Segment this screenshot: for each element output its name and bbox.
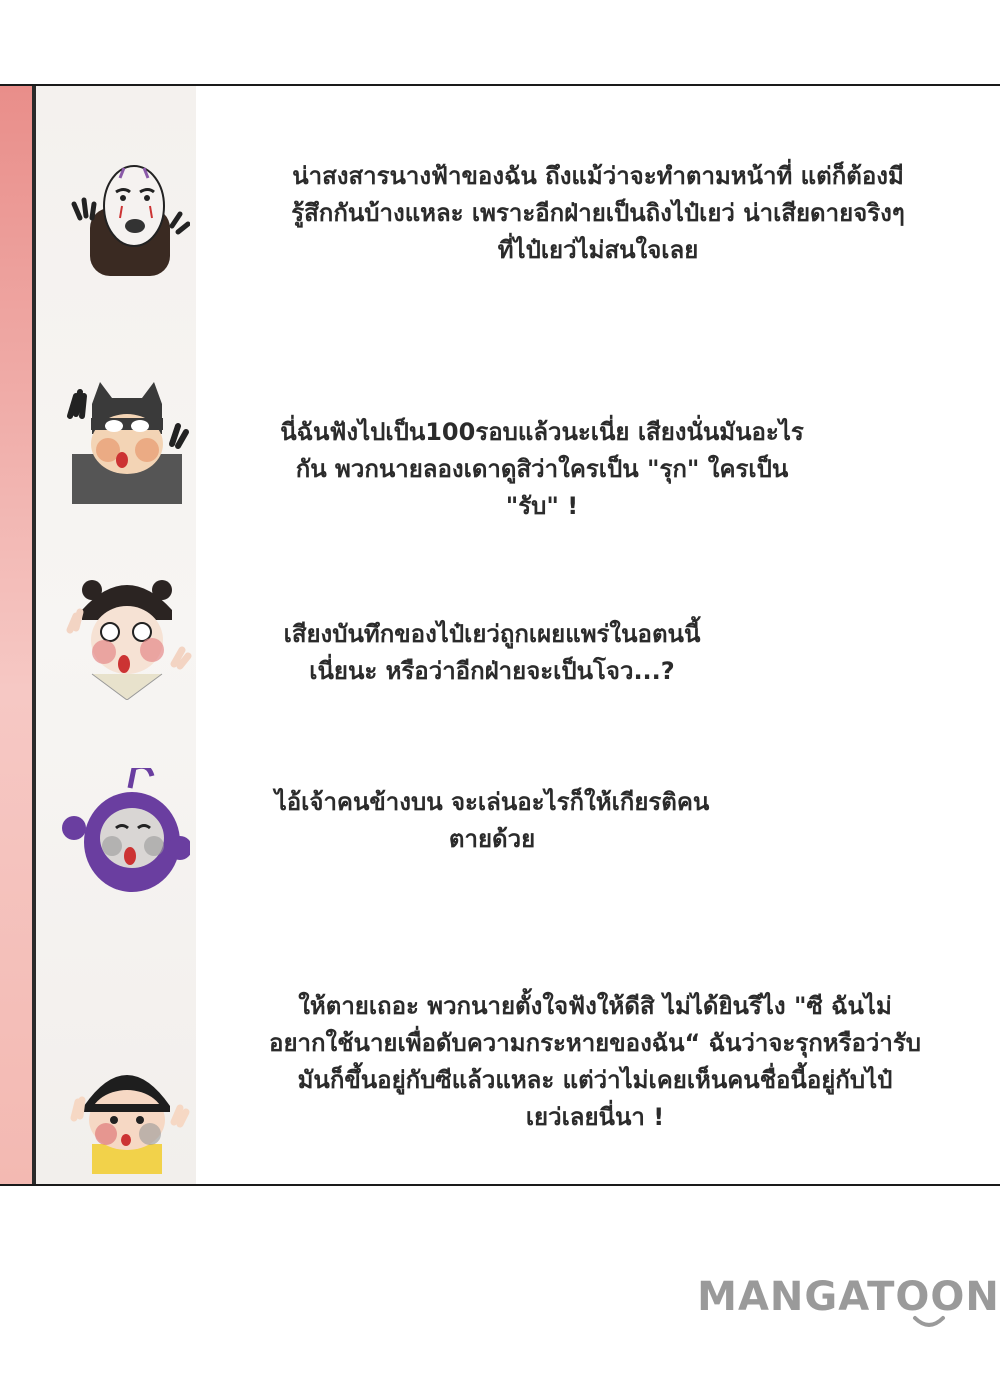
no-face-mask-avatar — [60, 146, 190, 276]
bowl-cut-girl-avatar — [62, 1044, 192, 1174]
purple-teletubby-avatar — [60, 768, 190, 898]
comment-line: อยากใช้นายเพื่อดับความกระหายของฉัน“ ฉันว… — [269, 1029, 921, 1057]
comment-line: เสียงบันทึกของไป๋เยว่ถูกเผยแพร่ในอตนนี้ — [283, 620, 701, 648]
smile-icon — [913, 1316, 945, 1327]
comment-text-2: นี่ฉันฟังไปเป็น100รอบแล้วนะเนี่ย เสียงนั… — [222, 414, 862, 525]
ancient-lady-avatar — [62, 570, 192, 700]
comment-text-4: ไอ้เจ้าคนข้างบน จะเล่นอะไรก็ให้เกียรติคน… — [222, 784, 762, 858]
comment-text-5: ให้ตายเถอะ พวกนายตั้งใจฟังให้ดีสิ ไม่ได้… — [200, 988, 990, 1136]
comment-line: ไอ้เจ้าคนข้างบน จะเล่นอะไรก็ให้เกียรติคน — [274, 788, 710, 816]
comment-text-1: น่าสงสารนางฟ้าของฉัน ถึงแม้ว่าจะทำตามหน้… — [228, 158, 968, 269]
comment-line: นี่ฉันฟังไปเป็น100รอบแล้วนะเนี่ย เสียงนั… — [280, 418, 804, 446]
mangatoon-logo: MANGATOON — [697, 1274, 1000, 1344]
comment-line: มันก็ขึ้นอยู่กับซีแล้วแหละ แต่ว่าไม่เคยเ… — [297, 1066, 893, 1094]
comment-line: ให้ตายเถอะ พวกนายตั้งใจฟังให้ดีสิ ไม่ได้… — [298, 992, 892, 1020]
comment-line: "รับ" ! — [505, 492, 579, 520]
comment-text-3: เสียงบันทึกของไป๋เยว่ถูกเผยแพร่ในอตนนี้ … — [222, 616, 762, 690]
comment-line: เนี่ยนะ หรือว่าอีกฝ่ายจะเป็นโจว...? — [309, 657, 675, 685]
comment-line: กัน พวกนายลองเดาดูสิว่าใครเป็น "รุก" ใคร… — [295, 455, 789, 483]
comment-line: รู้สึกกันบ้างแหละ เพราะอีกฝ่ายเป็นถิงไป๋… — [291, 199, 905, 227]
comment-line: ที่ไป๋เยว่ไม่สนใจเลย — [497, 236, 699, 264]
comment-line: ตายด้วย — [448, 825, 536, 853]
logo-text: MANGATOON — [697, 1274, 1000, 1320]
comment-panel: น่าสงสารนางฟ้าของฉัน ถึงแม้ว่าจะทำตามหน้… — [0, 84, 1000, 1186]
batman-avatar — [62, 374, 192, 504]
pink-edge-strip — [0, 86, 32, 1184]
comment-line: เยว่เลยนี่นา ! — [525, 1103, 665, 1131]
comment-line: น่าสงสารนางฟ้าของฉัน ถึงแม้ว่าจะทำตามหน้… — [292, 162, 904, 190]
